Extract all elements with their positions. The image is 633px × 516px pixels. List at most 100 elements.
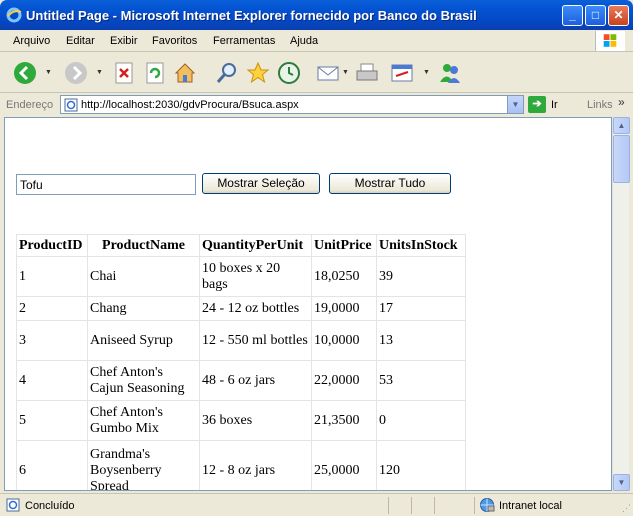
cell-quantityperunit: 10 boxes x 20 bags <box>199 256 312 297</box>
cell-productid: 3 <box>16 320 88 361</box>
cell-unitsinstock: 17 <box>376 296 466 321</box>
products-table: ProductID ProductName QuantityPerUnit Un… <box>16 234 466 490</box>
cell-unitprice: 21,3500 <box>311 400 377 441</box>
intranet-zone-icon <box>480 498 495 512</box>
menu-editar[interactable]: Editar <box>66 35 95 47</box>
header-productid: ProductID <box>16 234 88 257</box>
table-row: 6 Grandma's Boysenberry Spread 12 - 8 oz… <box>16 440 466 490</box>
cell-quantityperunit: 36 boxes <box>199 400 312 441</box>
menu-arquivo[interactable]: Arquivo <box>13 35 50 47</box>
title-bar[interactable]: Untitled Page - Microsoft Internet Explo… <box>0 0 633 30</box>
go-arrow-icon[interactable]: ➔ <box>528 96 546 113</box>
table-row: 2 Chang 24 - 12 oz bottles 19,0000 17 <box>16 296 466 321</box>
cell-productname: Aniseed Syrup <box>87 320 200 361</box>
back-dropdown-icon[interactable]: ▼ <box>45 69 52 76</box>
header-unitprice: UnitPrice <box>311 234 377 257</box>
cell-productid: 4 <box>16 360 88 401</box>
scroll-up-icon[interactable]: ▲ <box>613 117 630 134</box>
cell-unitsinstock: 53 <box>376 360 466 401</box>
stop-icon[interactable] <box>112 61 136 85</box>
maximize-button[interactable]: □ <box>585 5 606 26</box>
address-input[interactable]: http://localhost:2030/gdvProcura/Bsuca.a… <box>60 95 524 114</box>
table-row: 3 Aniseed Syrup 12 - 550 ml bottles 10,0… <box>16 320 466 361</box>
search-input[interactable] <box>16 174 196 195</box>
page-done-icon <box>6 498 20 512</box>
cell-unitprice: 18,0250 <box>311 256 377 297</box>
home-icon[interactable] <box>173 61 197 85</box>
back-icon[interactable] <box>13 61 37 85</box>
address-url: http://localhost:2030/gdvProcura/Bsuca.a… <box>81 99 299 111</box>
messenger-icon[interactable] <box>438 61 462 85</box>
window-title: Untitled Page - Microsoft Internet Explo… <box>26 8 477 23</box>
show-selection-button[interactable]: Mostrar Seleção <box>202 173 320 194</box>
address-dropdown-icon[interactable]: ▼ <box>507 96 523 113</box>
cell-unitsinstock: 0 <box>376 400 466 441</box>
cell-unitsinstock: 120 <box>376 440 466 490</box>
cell-productid: 6 <box>16 440 88 490</box>
mail-dropdown-icon[interactable]: ▼ <box>342 69 349 76</box>
edit-icon[interactable] <box>390 61 414 85</box>
status-divider <box>434 497 435 514</box>
go-button[interactable]: Ir <box>551 99 558 111</box>
cell-unitprice: 10,0000 <box>311 320 377 361</box>
address-label: Endereço <box>6 99 54 111</box>
page-content: Mostrar Seleção Mostrar Tudo ProductID P… <box>4 117 612 491</box>
table-row: 5 Chef Anton's Gumbo Mix 36 boxes 21,350… <box>16 400 466 441</box>
links-label[interactable]: Links <box>587 99 613 111</box>
links-chevron-icon[interactable]: » <box>618 95 625 109</box>
search-icon[interactable] <box>215 61 239 85</box>
mail-icon[interactable] <box>316 61 340 85</box>
status-divider <box>474 497 475 514</box>
cell-quantityperunit: 12 - 8 oz jars <box>199 440 312 490</box>
menu-ajuda[interactable]: Ajuda <box>290 35 318 47</box>
windows-logo-icon <box>595 31 625 51</box>
address-bar: Endereço http://localhost:2030/gdvProcur… <box>0 94 633 116</box>
cell-quantityperunit: 12 - 550 ml bottles <box>199 320 312 361</box>
cell-productname: Chai <box>87 256 200 297</box>
favorites-icon[interactable] <box>246 61 270 85</box>
header-quantityperunit: QuantityPerUnit <box>199 234 312 257</box>
cell-productid: 1 <box>16 256 88 297</box>
status-divider <box>388 497 389 514</box>
cell-unitsinstock: 39 <box>376 256 466 297</box>
close-button[interactable]: ✕ <box>608 5 629 26</box>
refresh-icon[interactable] <box>143 61 167 85</box>
cell-quantityperunit: 24 - 12 oz bottles <box>199 296 312 321</box>
header-unitsinstock: UnitsInStock <box>376 234 466 257</box>
minimize-button[interactable]: _ <box>562 5 583 26</box>
menu-exibir[interactable]: Exibir <box>110 35 138 47</box>
page-icon <box>64 98 78 112</box>
cell-productname: Chef Anton's Gumbo Mix <box>87 400 200 441</box>
table-row: 1 Chai 10 boxes x 20 bags 18,0250 39 <box>16 256 466 297</box>
cell-unitsinstock: 13 <box>376 320 466 361</box>
scroll-thumb[interactable] <box>613 135 630 183</box>
resize-grip-icon[interactable]: ⋰ <box>622 503 631 514</box>
cell-unitprice: 25,0000 <box>311 440 377 490</box>
cell-unitprice: 22,0000 <box>311 360 377 401</box>
status-divider <box>411 497 412 514</box>
cell-productname: Chang <box>87 296 200 321</box>
header-productname: ProductName <box>87 234 200 257</box>
print-icon[interactable] <box>355 61 379 85</box>
cell-productid: 2 <box>16 296 88 321</box>
forward-icon[interactable] <box>64 61 88 85</box>
zone-text: Intranet local <box>499 500 562 512</box>
history-icon[interactable] <box>277 61 301 85</box>
show-all-button[interactable]: Mostrar Tudo <box>329 173 451 194</box>
vertical-scrollbar[interactable]: ▲ ▼ <box>612 117 630 491</box>
menu-favoritos[interactable]: Favoritos <box>152 35 197 47</box>
scroll-down-icon[interactable]: ▼ <box>613 474 630 491</box>
status-bar: Concluído Intranet local ⋰ <box>0 493 633 516</box>
cell-productid: 5 <box>16 400 88 441</box>
status-text: Concluído <box>25 500 75 512</box>
menu-ferramentas[interactable]: Ferramentas <box>213 35 275 47</box>
cell-quantityperunit: 48 - 6 oz jars <box>199 360 312 401</box>
forward-dropdown-icon[interactable]: ▼ <box>96 69 103 76</box>
table-row: 4 Chef Anton's Cajun Seasoning 48 - 6 oz… <box>16 360 466 401</box>
edit-dropdown-icon[interactable]: ▼ <box>423 69 430 76</box>
menu-bar: Arquivo Editar Exibir Favoritos Ferramen… <box>0 30 633 52</box>
ie-logo-icon <box>6 7 22 23</box>
table-header-row: ProductID ProductName QuantityPerUnit Un… <box>16 234 466 257</box>
cell-productname: Grandma's Boysenberry Spread <box>87 440 200 490</box>
cell-productname: Chef Anton's Cajun Seasoning <box>87 360 200 401</box>
